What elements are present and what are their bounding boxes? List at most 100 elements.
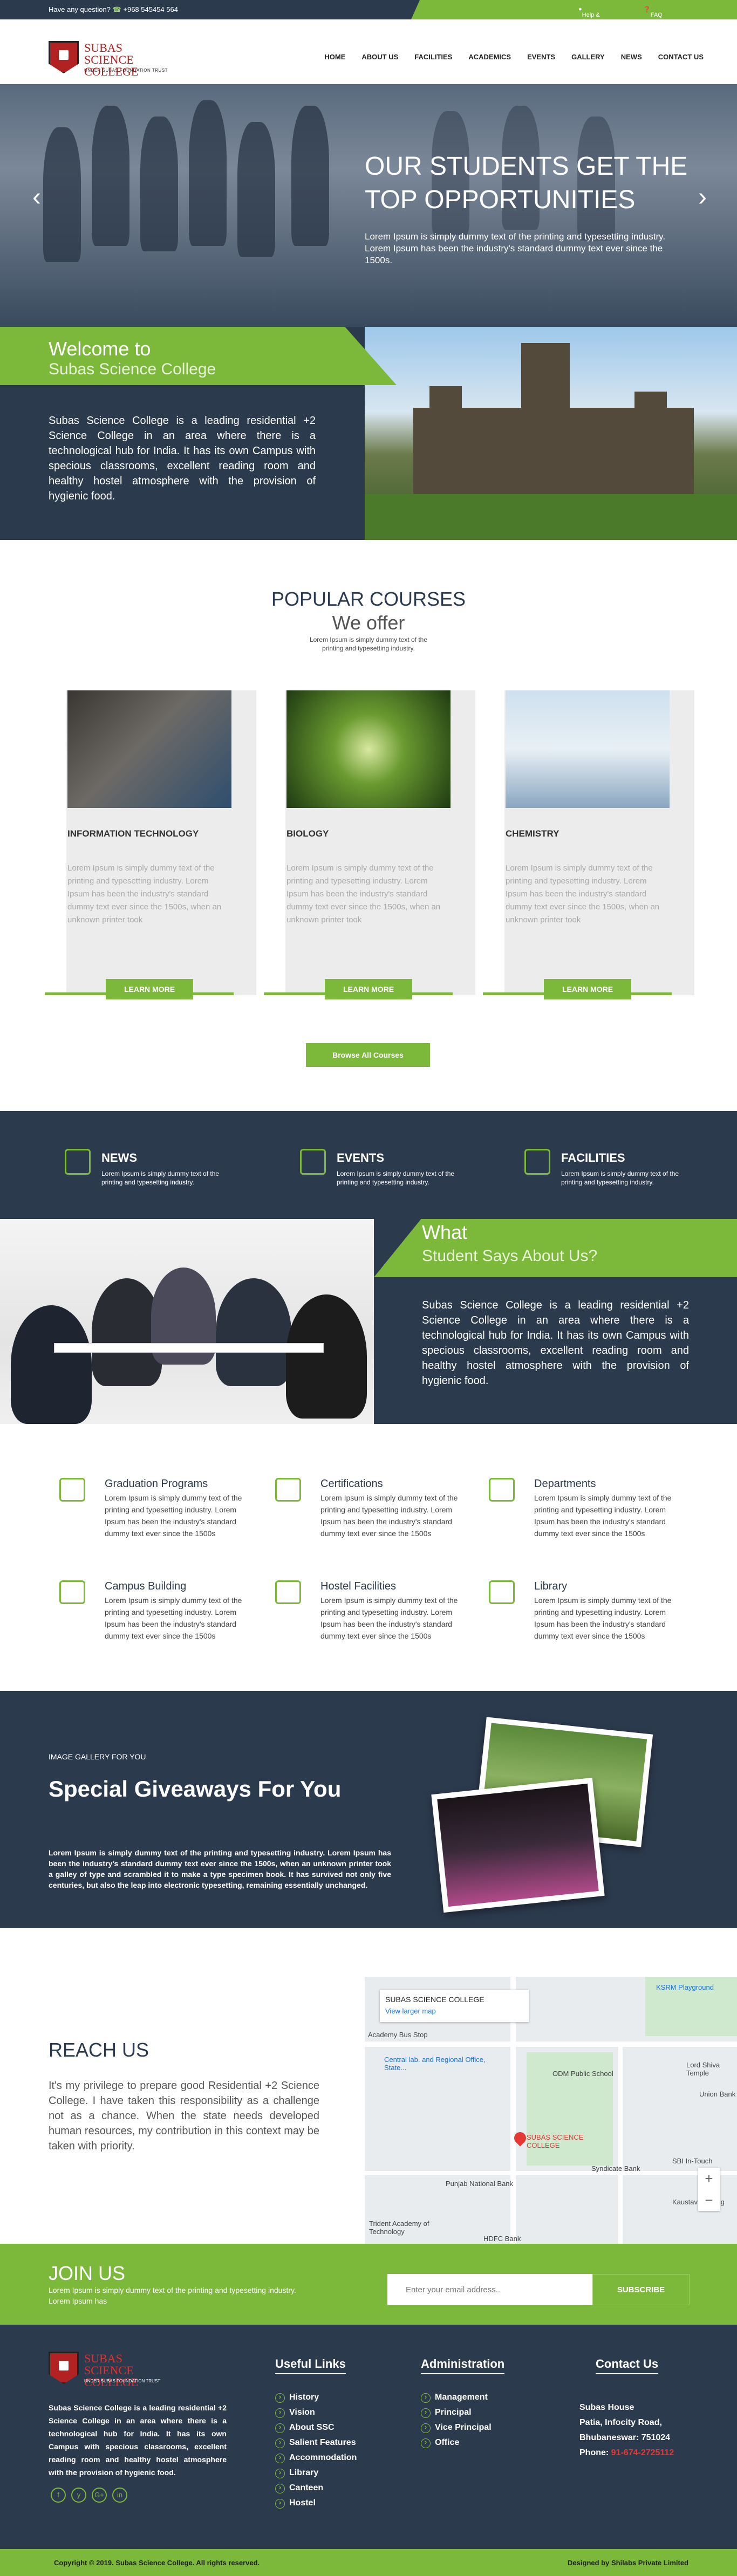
phone-link[interactable]: +968 545454 564 (123, 5, 178, 13)
college-logo[interactable]: SUBAS SCIENCE COLLEGE UNDER SUBAS FOUNDA… (49, 41, 183, 78)
footer-link[interactable]: Office (421, 2435, 504, 2450)
faq-link[interactable]: ❓ FAQ (643, 6, 663, 18)
course-text: Lorem Ipsum is simply dummy text of the … (506, 864, 660, 924)
map-road (365, 2041, 737, 2047)
library-icon (489, 1580, 515, 1604)
courses-subtitle: We offer (332, 612, 405, 634)
course-text: Lorem Ipsum is simply dummy text of the … (67, 864, 222, 924)
view-larger-map-link[interactable]: View larger map (385, 2007, 436, 2015)
course-title: CHEMISTRY (506, 828, 559, 839)
lawn (365, 494, 737, 540)
map-zoom-control[interactable]: + − (698, 2168, 720, 2211)
map-label: Lord Shiva Temple (686, 2061, 720, 2077)
map-label: KSRM Playground (656, 1983, 714, 1991)
map-label: SBI In-Touch (672, 2157, 713, 2165)
join-text: Lorem Ipsum is simply dummy text of the … (49, 2286, 296, 2305)
footer-link[interactable]: About SSC (275, 2420, 357, 2435)
footer-link[interactable]: Accommodation (275, 2450, 357, 2465)
hero-slider: OUR STUDENTS GET THE TOP OPPORTUNITIES L… (0, 84, 737, 327)
testimonial-section: What Student Says About Us? Subas Scienc… (0, 1219, 737, 1424)
nav-home[interactable]: HOME (324, 53, 345, 61)
map-road (618, 2047, 623, 2246)
designer-credit[interactable]: Designed by Shilabs Private Limited (568, 2559, 688, 2567)
footer-link[interactable]: Library (275, 2465, 357, 2481)
copyright-text: Copyright © 2019. Subas Science College.… (54, 2559, 260, 2567)
footer-logo[interactable]: SUBAS SCIENCE COLLEGE UNDER SUBAS FOUNDA… (49, 2352, 183, 2388)
top-bar: Have any question? ☎ +968 545454 564 ● H… (0, 0, 737, 19)
footer-link[interactable]: Canteen (275, 2481, 357, 2496)
map-info-card[interactable]: SUBAS SCIENCE COLLEGE View larger map (380, 1990, 529, 2022)
footer-link[interactable]: Salient Features (275, 2435, 357, 2450)
newspaper-icon (65, 1149, 91, 1175)
footer-link[interactable]: Management (421, 2390, 504, 2405)
footer-link[interactable]: Principal (421, 2405, 504, 2420)
learn-more-button[interactable]: LEARN MORE (325, 979, 412, 999)
subscribe-button[interactable]: SUBSCRIBE (592, 2274, 690, 2305)
footer-link[interactable]: History (275, 2390, 357, 2405)
welcome-subtitle: Subas Science College (49, 360, 216, 378)
gallery-photo[interactable] (431, 1777, 605, 1913)
nav-news[interactable]: NEWS (621, 53, 642, 61)
course-card-biology: BIOLOGY Lorem Ipsum is simply dummy text… (264, 690, 475, 999)
help-support-link[interactable]: ● Help & Support (578, 6, 603, 19)
slider-prev-icon[interactable]: ‹ (32, 184, 41, 210)
nav-facilities[interactable]: FACILITIES (414, 53, 452, 61)
courses-title: POPULAR COURSES (271, 588, 466, 610)
course-photo (506, 690, 670, 808)
welcome-title: Welcome to (49, 338, 151, 360)
zoom-in-icon[interactable]: + (698, 2168, 720, 2189)
footer-address: Subas House Patia, Infocity Road, Bhuban… (579, 2403, 674, 2457)
graduation-cap-icon (59, 1478, 85, 1502)
learn-more-button[interactable]: LEARN MORE (106, 979, 193, 999)
linkedin-icon[interactable]: in (112, 2488, 127, 2503)
browse-courses-button[interactable]: Browse All Courses (306, 1043, 430, 1067)
nav-events[interactable]: EVENTS (527, 53, 555, 61)
map-label: Central lab. and Regional Office, State.… (384, 2056, 486, 2072)
testimonial-title: What (422, 1221, 468, 1243)
course-title: BIOLOGY (286, 828, 329, 839)
students-photo (0, 1219, 374, 1424)
reach-title: REACH US (49, 2039, 149, 2061)
castle-tower (634, 392, 667, 424)
useful-links: Useful Links History Vision About SSC Sa… (275, 2357, 357, 2511)
administration-links: Administration Management Principal Vice… (421, 2357, 505, 2450)
map-label: Punjab National Bank (446, 2180, 514, 2188)
gallery-text: Lorem Ipsum is simply dummy text of the … (49, 1848, 391, 1889)
map-label: Academy Bus Stop (368, 2031, 428, 2039)
youtube-icon[interactable]: y (71, 2488, 86, 2503)
nav-about[interactable]: ABOUT US (361, 53, 398, 61)
courses-desc: Lorem Ipsum is simply dummy text of the … (309, 636, 428, 652)
map-label: HDFC Bank (483, 2235, 521, 2243)
features-strip: NEWS Lorem Ipsum is simply dummy text of… (0, 1111, 737, 1219)
nav-gallery[interactable]: GALLERY (571, 53, 605, 61)
footer-link[interactable]: Hostel (275, 2496, 357, 2511)
desk (54, 1343, 324, 1353)
footer-phone-link[interactable]: 91-674-2725112 (611, 2448, 674, 2457)
footer-link[interactable]: Vice Principal (421, 2420, 504, 2435)
nav-contact[interactable]: CONTACT US (658, 53, 704, 61)
zoom-out-icon[interactable]: − (698, 2189, 720, 2211)
facebook-icon[interactable]: f (51, 2488, 66, 2503)
calendar-icon (300, 1149, 326, 1175)
contact-heading: Contact Us (596, 2357, 659, 2390)
join-title: JOIN US (49, 2262, 126, 2284)
course-title: INFORMATION TECHNOLOGY (67, 828, 199, 839)
welcome-text: Subas Science College is a leading resid… (49, 415, 316, 502)
student-figure (286, 1294, 367, 1419)
learn-more-button[interactable]: LEARN MORE (544, 979, 631, 999)
copyright-bar: Copyright © 2019. Subas Science College.… (0, 2549, 737, 2576)
gallery-label: IMAGE GALLERY FOR YOU (49, 1752, 146, 1761)
top-bar-links: ● Help & Support ❓ FAQ (411, 0, 737, 19)
location-map[interactable]: SUBAS SCIENCE COLLEGE View larger map Ac… (365, 1977, 737, 2246)
google-plus-icon[interactable]: G+ (92, 2488, 107, 2503)
email-field[interactable] (387, 2274, 592, 2305)
footer-about: Subas Science College is a leading resid… (49, 2403, 227, 2477)
slider-next-icon[interactable]: › (698, 184, 707, 210)
page: Have any question? ☎ +968 545454 564 ● H… (0, 0, 737, 2576)
map-label: Syndicate Bank (591, 2164, 640, 2173)
hero-figure (92, 106, 129, 246)
welcome-section: Welcome to Subas Science College Subas S… (0, 327, 737, 540)
nav-academics[interactable]: ACADEMICS (468, 53, 511, 61)
campus-photo (365, 327, 737, 540)
footer-link[interactable]: Vision (275, 2405, 357, 2420)
